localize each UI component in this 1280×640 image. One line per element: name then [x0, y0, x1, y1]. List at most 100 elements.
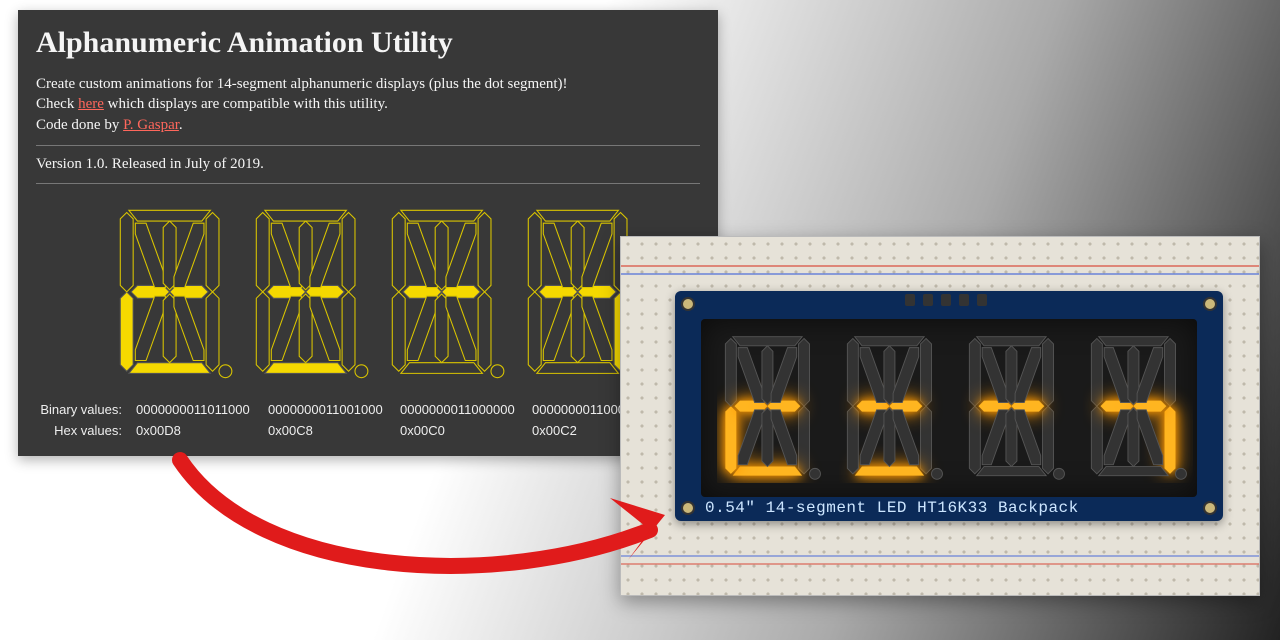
segment-f[interactable] — [256, 212, 269, 291]
display-digit[interactable] — [388, 204, 506, 384]
segment-k[interactable] — [135, 296, 165, 360]
segment-a — [977, 337, 1047, 346]
segment-dot — [810, 468, 821, 479]
display-digit — [961, 333, 1071, 483]
segment-f — [725, 338, 736, 406]
segment-f — [969, 338, 980, 406]
hex-value: 0x00D8 — [136, 423, 268, 438]
segment-h[interactable] — [543, 223, 573, 287]
intro-line-2a: Check — [36, 96, 78, 112]
segment-k — [1104, 410, 1130, 465]
intro-line-2b: which displays are compatible with this … — [104, 96, 388, 112]
segment-b — [921, 338, 932, 406]
segment-j[interactable] — [582, 223, 612, 287]
segment-j — [771, 348, 797, 403]
segment-j — [893, 348, 919, 403]
segment-m[interactable] — [582, 296, 612, 360]
segment-dot[interactable] — [491, 365, 504, 378]
segment-c[interactable] — [206, 292, 219, 371]
segment-a — [733, 337, 803, 346]
page-title: Alphanumeric Animation Utility — [36, 26, 700, 60]
segment-d[interactable] — [129, 362, 211, 373]
intro-line-3b: . — [179, 117, 183, 133]
display-digit — [839, 333, 949, 483]
hex-value: 0x00C8 — [268, 423, 400, 438]
segment-h[interactable] — [271, 223, 301, 287]
hex-value: 0x00C0 — [400, 423, 532, 438]
segment-j — [1015, 348, 1041, 403]
display-digit[interactable] — [116, 204, 234, 384]
segment-b[interactable] — [206, 212, 219, 291]
binary-label: Binary values: — [36, 402, 136, 417]
segment-c — [1165, 406, 1176, 474]
segment-h[interactable] — [407, 223, 437, 287]
binary-value: 0000000011011000 — [136, 402, 268, 417]
segment-dot — [1176, 468, 1187, 479]
segment-j[interactable] — [310, 223, 340, 287]
segment-c — [799, 406, 810, 474]
segment-c[interactable] — [478, 292, 491, 371]
segment-k[interactable] — [543, 296, 573, 360]
segment-a[interactable] — [265, 210, 347, 221]
led-backpack-board: 0.54" 14-segment LED HT16K33 Backpack — [675, 291, 1223, 521]
segment-j[interactable] — [446, 223, 476, 287]
segment-a[interactable] — [401, 210, 483, 221]
segment-e[interactable] — [120, 292, 133, 371]
segment-b — [799, 338, 810, 406]
segment-b[interactable] — [478, 212, 491, 291]
segment-b — [1043, 338, 1054, 406]
segment-j[interactable] — [174, 223, 204, 287]
segment-h — [738, 348, 764, 403]
segment-f[interactable] — [528, 212, 541, 291]
binary-value: 0000000011000000 — [400, 402, 532, 417]
segment-f — [847, 338, 858, 406]
segment-a — [855, 337, 925, 346]
segment-dot — [932, 468, 943, 479]
display-digit[interactable] — [252, 204, 370, 384]
hex-label: Hex values: — [36, 423, 136, 438]
segment-e — [725, 406, 736, 474]
intro-text: Create custom animations for 14-segment … — [36, 74, 700, 135]
segment-m[interactable] — [174, 296, 204, 360]
segment-m — [771, 410, 797, 465]
divider — [36, 145, 700, 146]
segment-f[interactable] — [392, 212, 405, 291]
segment-e[interactable] — [528, 292, 541, 371]
values-table: Binary values: 0000000011011000 000000001… — [36, 402, 700, 438]
segment-dot[interactable] — [355, 365, 368, 378]
intro-line-1: Create custom animations for 14-segment … — [36, 76, 568, 92]
segment-m[interactable] — [446, 296, 476, 360]
segment-dot[interactable] — [219, 365, 232, 378]
segment-k[interactable] — [271, 296, 301, 360]
version-text: Version 1.0. Released in July of 2019. — [36, 156, 700, 173]
hardware-photo: 0.54" 14-segment LED HT16K33 Backpack — [620, 236, 1260, 596]
segment-m[interactable] — [310, 296, 340, 360]
segment-e[interactable] — [392, 292, 405, 371]
segment-d — [1099, 467, 1169, 476]
intro-line-3a: Code done by — [36, 117, 123, 133]
utility-panel: Alphanumeric Animation Utility Create cu… — [18, 10, 718, 456]
segment-b[interactable] — [342, 212, 355, 291]
segment-a — [1099, 337, 1169, 346]
compat-link[interactable]: here — [78, 96, 104, 112]
segment-c[interactable] — [342, 292, 355, 371]
segment-a[interactable] — [537, 210, 619, 221]
segment-d[interactable] — [537, 362, 619, 373]
segment-k — [860, 410, 886, 465]
segment-f[interactable] — [120, 212, 133, 291]
author-link[interactable]: P. Gaspar — [123, 117, 179, 133]
segment-m — [1137, 410, 1163, 465]
segment-e — [847, 406, 858, 474]
display-digit — [1083, 333, 1193, 483]
segment-d[interactable] — [401, 362, 483, 373]
segment-e[interactable] — [256, 292, 269, 371]
segment-e — [1091, 406, 1102, 474]
divider — [36, 183, 700, 184]
display-digit — [717, 333, 827, 483]
segment-k[interactable] — [407, 296, 437, 360]
segment-a[interactable] — [129, 210, 211, 221]
segment-e — [969, 406, 980, 474]
segment-f — [1091, 338, 1102, 406]
segment-d[interactable] — [265, 362, 347, 373]
segment-h[interactable] — [135, 223, 165, 287]
